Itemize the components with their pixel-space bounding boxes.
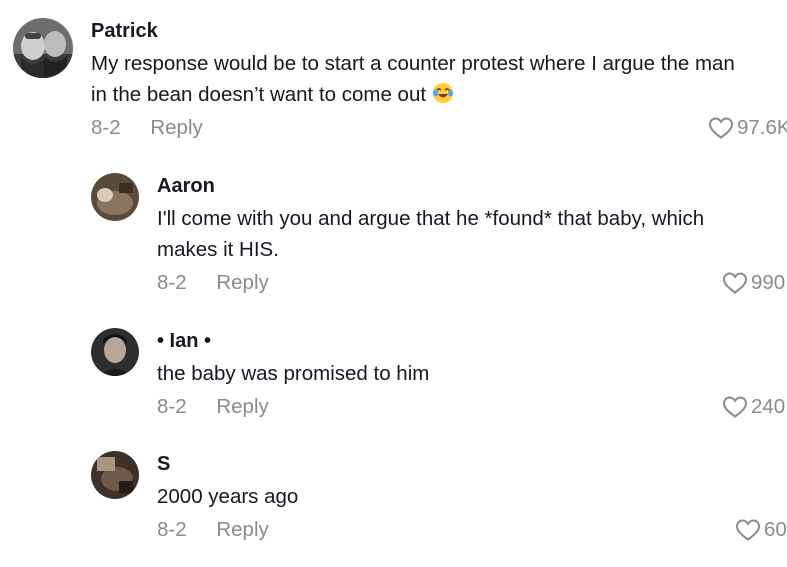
comment-date: 8-2 xyxy=(157,395,187,418)
comment-date: 8-2 xyxy=(157,271,187,294)
like-count: 60 xyxy=(764,518,787,541)
comment-text-line: in the bean doesn’t want to come out xyxy=(91,79,787,110)
comment-content: S 2000 years ago 8-2 Reply 60 xyxy=(157,451,787,545)
like-count: 240 xyxy=(751,395,786,418)
comment-text: My response would be to start a counter … xyxy=(91,48,787,110)
avatar[interactable] xyxy=(91,328,139,376)
like-count: 97.6K xyxy=(737,116,787,139)
comment-text-line: 2000 years ago xyxy=(157,485,299,508)
heart-outline-icon xyxy=(722,396,748,418)
reply-button[interactable]: Reply xyxy=(216,268,268,298)
laughing-tears-emoji-icon xyxy=(432,82,454,104)
reply-button[interactable]: Reply xyxy=(216,392,268,422)
comment-text-line-content: in the bean doesn’t want to come out xyxy=(91,83,427,106)
comment-text-line: I'll come with you and argue that he *fo… xyxy=(157,207,705,230)
comment-content: • Ian • the baby was promised to him 8-2… xyxy=(157,328,787,422)
like-button[interactable]: 990 xyxy=(722,268,785,298)
comment-meta: 8-2 Reply 990 xyxy=(157,268,787,298)
reply-button[interactable]: Reply xyxy=(216,515,268,545)
comment-content: Patrick My response would be to start a … xyxy=(91,18,787,143)
username[interactable]: • Ian • xyxy=(157,328,787,354)
heart-outline-icon xyxy=(735,519,761,541)
like-button[interactable]: 97.6K xyxy=(708,113,787,143)
comment-meta: 8-2 Reply 60 xyxy=(157,515,787,545)
comment-date: 8-2 xyxy=(91,116,121,139)
comment-content: Aaron I'll come with you and argue that … xyxy=(157,173,787,298)
comment-date: 8-2 xyxy=(157,518,187,541)
username[interactable]: S xyxy=(157,451,787,477)
avatar[interactable] xyxy=(91,173,139,221)
username[interactable]: Aaron xyxy=(157,173,787,199)
like-button[interactable]: 60 xyxy=(735,515,787,545)
comment-text-line: makes it HIS. xyxy=(157,238,279,261)
comment-text-line: the baby was promised to him xyxy=(157,362,430,385)
avatar[interactable] xyxy=(13,18,73,78)
heart-outline-icon xyxy=(722,272,748,294)
comment-text: 2000 years ago xyxy=(157,481,787,512)
comment-text: I'll come with you and argue that he *fo… xyxy=(157,203,787,265)
comment-meta: 8-2 Reply 240 xyxy=(157,392,787,422)
username[interactable]: Patrick xyxy=(91,18,787,44)
comment-text: the baby was promised to him xyxy=(157,358,787,389)
like-button[interactable]: 240 xyxy=(722,392,785,422)
heart-outline-icon xyxy=(708,117,734,139)
reply-button[interactable]: Reply xyxy=(150,113,202,143)
comment-meta: 8-2 Reply 97.6K xyxy=(91,113,787,143)
like-count: 990 xyxy=(751,271,786,294)
avatar[interactable] xyxy=(91,451,139,499)
comment-text-line: My response would be to start a counter … xyxy=(91,52,735,75)
